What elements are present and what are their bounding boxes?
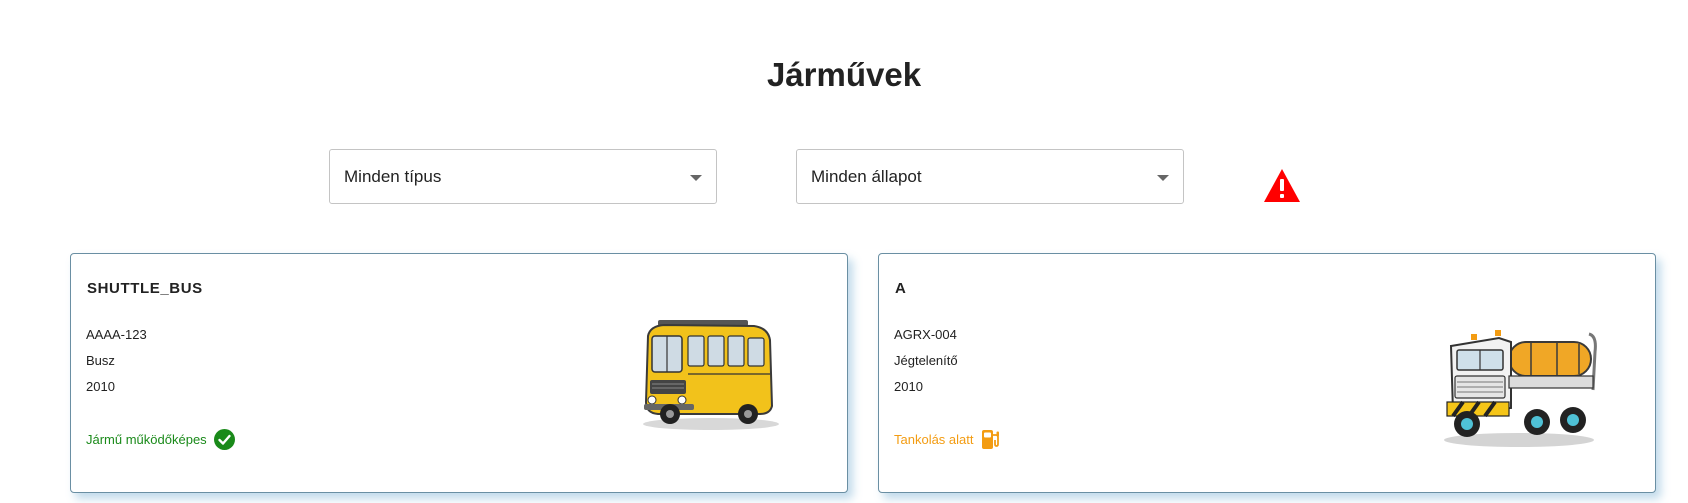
page-title: Járművek: [766, 56, 922, 93]
check-circle-icon: [213, 429, 235, 450]
vehicle-plate: AGRX-004: [894, 327, 957, 342]
chevron-down-icon: [1157, 175, 1169, 181]
vehicle-card[interactable]: SHUTTLE_BUS AAAA-123 Busz 2010 Jármű műk…: [70, 253, 848, 493]
vehicle-status: Tankolás alatt: [894, 429, 1001, 450]
vehicle-type-select-value: Minden típus: [344, 166, 442, 186]
vehicle-name: SHUTTLE_BUS: [87, 280, 203, 297]
warning-triangle-icon[interactable]: [1263, 168, 1301, 203]
vehicle-card[interactable]: A AGRX-004 Jégtelenítő 2010 Tankolás ala…: [878, 253, 1656, 493]
vehicle-year: 2010: [894, 379, 923, 394]
deicing-truck-image: [1439, 312, 1604, 452]
vehicle-name: A: [895, 280, 907, 297]
fuel-pump-icon: [981, 429, 1001, 450]
vehicle-status-label: Tankolás alatt: [894, 432, 974, 447]
vehicle-type: Jégtelenítő: [894, 353, 958, 368]
vehicle-status-label: Jármű működőképes: [86, 432, 207, 447]
vehicle-status-select[interactable]: Minden állapot: [796, 149, 1184, 204]
bus-image: [636, 314, 786, 434]
vehicle-type: Busz: [86, 353, 115, 368]
chevron-down-icon: [690, 175, 702, 181]
vehicle-status-select-value: Minden állapot: [811, 166, 922, 186]
vehicle-year: 2010: [86, 379, 115, 394]
vehicle-plate: AAAA-123: [86, 327, 147, 342]
vehicle-type-select[interactable]: Minden típus: [329, 149, 717, 204]
vehicle-status: Jármű működőképes: [86, 429, 235, 450]
